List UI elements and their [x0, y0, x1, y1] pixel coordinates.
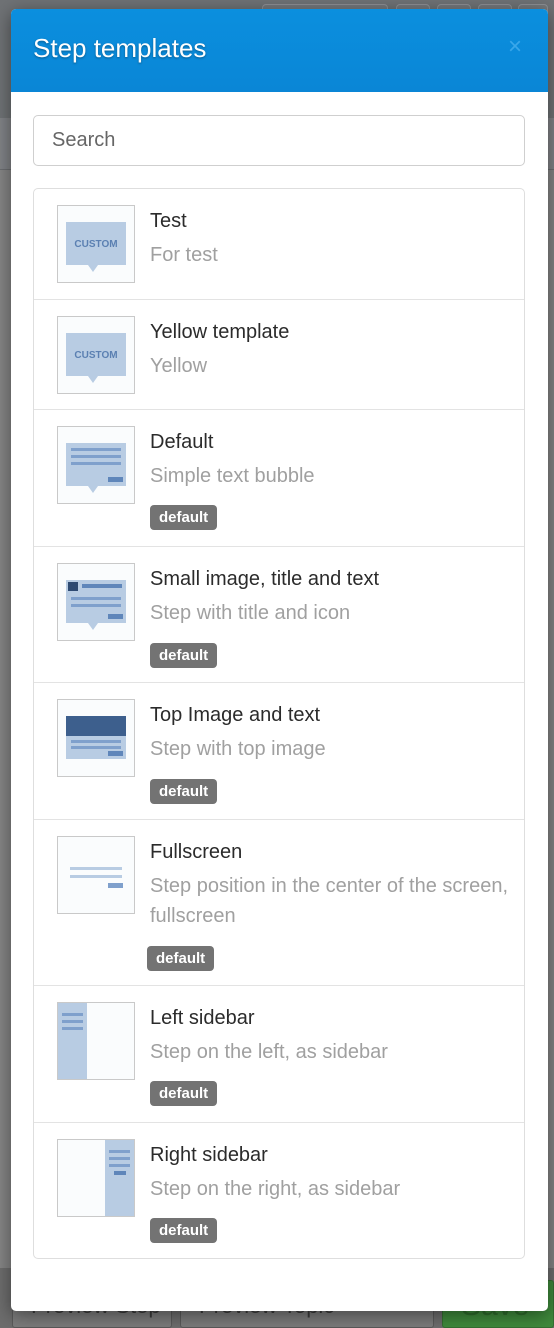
default-badge: default	[150, 505, 218, 530]
modal-title: Step templates	[33, 33, 207, 63]
custom-bubble-icon: CUSTOM	[57, 316, 135, 394]
search-input[interactable]	[33, 115, 525, 166]
template-description: Step position in the center of the scree…	[150, 875, 508, 927]
template-item-test[interactable]: CUSTOM Test For test	[34, 189, 524, 299]
right-sidebar-icon	[57, 1139, 135, 1217]
left-sidebar-icon	[57, 1002, 135, 1080]
template-title: Test	[150, 210, 187, 232]
template-item-right-sidebar[interactable]: Right sidebar Step on the right, as side…	[34, 1122, 524, 1258]
template-item-small-image-title-text[interactable]: Small image, title and text Step with ti…	[34, 546, 524, 682]
template-item-top-image-text[interactable]: Top Image and text Step with top image d…	[34, 682, 524, 819]
template-item-yellow-template[interactable]: CUSTOM Yellow template Yellow	[34, 299, 524, 409]
template-title: Default	[150, 431, 214, 453]
template-list: CUSTOM Test For test CUSTOM Yellow templ…	[33, 188, 525, 1259]
modal-header: Step templates ×	[11, 9, 548, 92]
template-description: Step on the right, as sidebar	[150, 1178, 401, 1200]
template-description: Step with top image	[150, 738, 326, 760]
custom-bubble-icon: CUSTOM	[57, 205, 135, 283]
template-description: Step on the left, as sidebar	[150, 1041, 388, 1063]
default-badge: default	[150, 1218, 218, 1243]
image-title-bubble-icon	[57, 563, 135, 641]
close-icon[interactable]: ×	[504, 33, 526, 61]
template-item-fullscreen[interactable]: Fullscreen Step position in the center o…	[34, 819, 524, 985]
step-templates-modal: Step templates × CUSTOM Test For test	[11, 9, 548, 1311]
default-badge: default	[150, 779, 218, 804]
template-title: Small image, title and text	[150, 568, 379, 590]
text-bubble-icon	[57, 426, 135, 504]
fullscreen-icon	[57, 836, 135, 914]
template-title: Right sidebar	[150, 1144, 268, 1166]
template-title: Yellow template	[150, 321, 290, 343]
template-item-left-sidebar[interactable]: Left sidebar Step on the left, as sideba…	[34, 985, 524, 1122]
template-title: Left sidebar	[150, 1007, 255, 1029]
template-title: Fullscreen	[150, 841, 243, 863]
default-badge: default	[150, 1081, 218, 1106]
template-description: Yellow	[150, 355, 208, 377]
template-title: Top Image and text	[150, 704, 321, 726]
template-description: Step with title and icon	[150, 602, 351, 624]
thumb-label: CUSTOM	[74, 350, 117, 361]
template-item-default[interactable]: Default Simple text bubble default	[34, 409, 524, 546]
default-badge: default	[147, 946, 215, 971]
top-image-icon	[57, 699, 135, 777]
default-badge: default	[150, 643, 218, 668]
thumb-label: CUSTOM	[74, 239, 117, 250]
template-description: For test	[150, 244, 218, 266]
template-description: Simple text bubble	[150, 465, 315, 487]
